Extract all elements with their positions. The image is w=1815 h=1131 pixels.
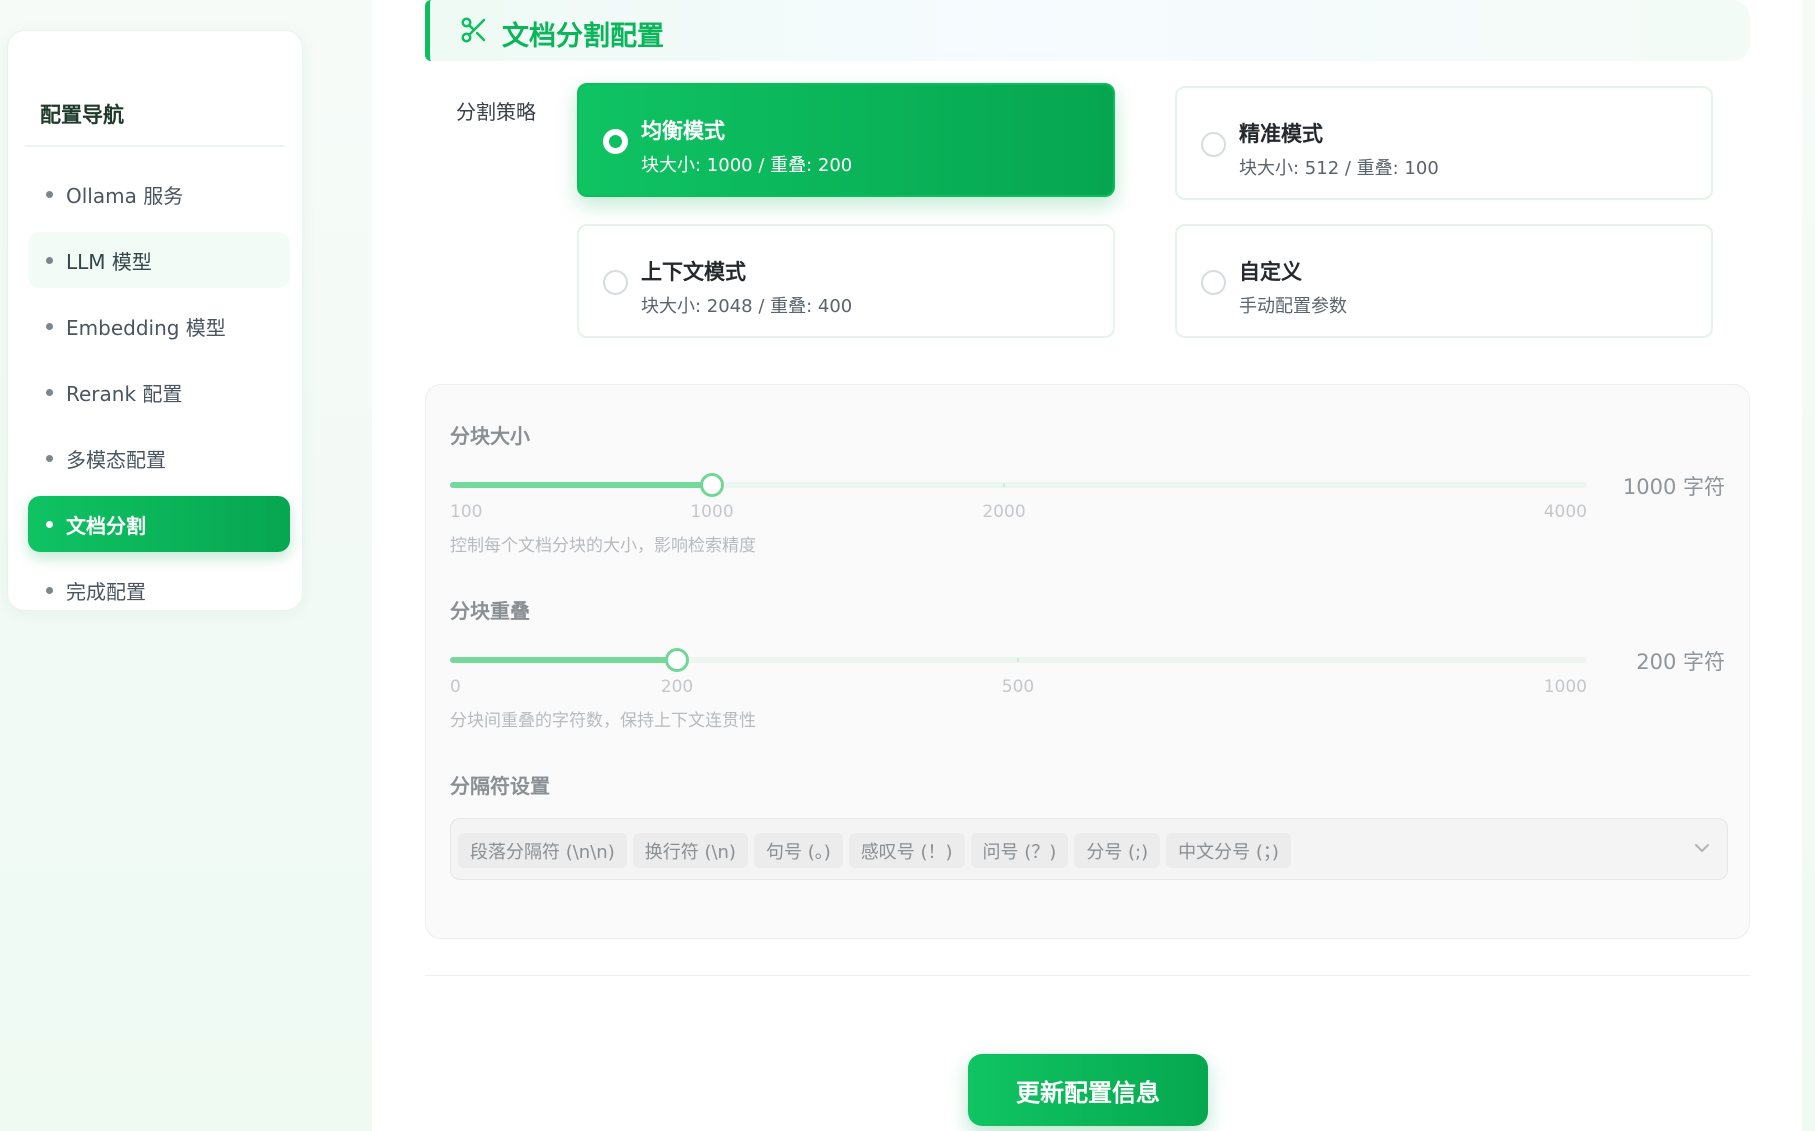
chunk-overlap-help: 分块间重叠的字符数，保持上下文连贯性 <box>450 711 756 731</box>
separators-label: 分隔符设置 <box>450 774 550 798</box>
sidebar-item-document-split[interactable]: 文档分割 <box>28 496 290 552</box>
section-header: 文档分割配置 <box>425 0 1750 61</box>
chunk-overlap-value: 200 字符 <box>1636 650 1725 674</box>
sidebar-item-label: Ollama 服务 <box>66 183 184 208</box>
separator-tag[interactable]: 中文分号 (；) <box>1166 833 1291 868</box>
custom-settings-panel: 分块大小 100 1000 2000 4000 1000 字符 控制每个文档分块… <box>425 384 1750 939</box>
slider-tick <box>1017 658 1019 662</box>
section-title: 文档分割配置 <box>502 21 664 52</box>
chunk-overlap-label: 分块重叠 <box>450 599 530 623</box>
bullet-dot-icon <box>46 256 53 264</box>
card-subtitle: 块大小: 2048 / 重叠: 400 <box>641 296 853 317</box>
card-subtitle: 块大小: 1000 / 重叠: 200 <box>641 155 853 176</box>
sidebar-item-multimodal[interactable]: 多模态配置 <box>28 430 290 486</box>
separator-tag[interactable]: 问号 (？) <box>970 833 1069 868</box>
main-panel: 文档分割配置 分割策略 均衡模式 块大小: 1000 / 重叠: 200 精准模… <box>372 0 1802 1131</box>
sidebar-item-ollama[interactable]: Ollama 服务 <box>28 166 290 222</box>
sidebar-divider <box>25 145 285 147</box>
separator-tag[interactable]: 换行符 (\n) <box>632 833 748 868</box>
slider-mark: 2000 <box>982 502 1026 522</box>
sidebar-item-embedding[interactable]: Embedding 模型 <box>28 298 290 354</box>
card-title: 均衡模式 <box>641 119 725 143</box>
radio-button[interactable] <box>1201 132 1226 157</box>
chunk-size-help: 控制每个文档分块的大小，影响检索精度 <box>450 536 756 556</box>
strategy-card-balanced[interactable]: 均衡模式 块大小: 1000 / 重叠: 200 <box>577 83 1115 197</box>
chevron-down-icon[interactable] <box>1693 841 1711 855</box>
separator-tag[interactable]: 感叹号 (！) <box>848 833 965 868</box>
bullet-dot-icon <box>46 190 53 198</box>
sidebar-item-label: 多模态配置 <box>66 447 166 472</box>
strategy-card-custom[interactable]: 自定义 手动配置参数 <box>1175 224 1713 338</box>
strategy-card-context[interactable]: 上下文模式 块大小: 2048 / 重叠: 400 <box>577 224 1115 338</box>
separator-tag[interactable]: 段落分隔符 (\n\n) <box>458 833 627 868</box>
bullet-dot-icon <box>46 586 53 594</box>
radio-button[interactable] <box>1201 270 1226 295</box>
card-subtitle: 手动配置参数 <box>1239 296 1347 317</box>
slider-mark: 1000 <box>690 502 734 522</box>
config-nav-sidebar: 配置导航 Ollama 服务 LLM 模型 Embedding 模型 Reran… <box>7 30 303 611</box>
chunk-size-slider[interactable] <box>450 473 1587 497</box>
separators-select[interactable]: 段落分隔符 (\n\n) 换行符 (\n) 句号 (。) 感叹号 (！) 问号 … <box>450 818 1728 880</box>
slider-fill <box>450 657 677 663</box>
sidebar-item-label: LLM 模型 <box>66 249 152 274</box>
chunk-size-label: 分块大小 <box>450 424 530 448</box>
bullet-dot-icon <box>46 454 53 462</box>
separator-tag[interactable]: 句号 (。) <box>753 833 843 868</box>
separator-tags: 段落分隔符 (\n\n) 换行符 (\n) 句号 (。) 感叹号 (！) 问号 … <box>458 833 1291 868</box>
radio-button[interactable] <box>603 129 628 154</box>
scissors-icon <box>461 17 486 43</box>
radio-button[interactable] <box>603 270 628 295</box>
card-title: 上下文模式 <box>641 260 746 284</box>
strategy-card-precise[interactable]: 精准模式 块大小: 512 / 重叠: 100 <box>1175 86 1713 200</box>
slider-mark: 1000 <box>1543 677 1587 697</box>
sidebar-item-label: Rerank 配置 <box>66 381 183 406</box>
bullet-dot-icon <box>46 322 53 330</box>
chunk-overlap-slider[interactable] <box>450 648 1587 672</box>
sidebar-title: 配置导航 <box>40 103 124 127</box>
sidebar-item-llm[interactable]: LLM 模型 <box>28 232 290 288</box>
sidebar-item-label: 完成配置 <box>66 579 146 604</box>
bullet-dot-icon <box>46 388 53 396</box>
slider-mark: 4000 <box>1543 502 1587 522</box>
update-config-button[interactable]: 更新配置信息 <box>968 1054 1208 1126</box>
slider-thumb[interactable] <box>665 648 689 672</box>
slider-mark: 0 <box>450 677 461 697</box>
slider-thumb[interactable] <box>700 473 724 497</box>
slider-mark: 100 <box>450 502 483 522</box>
slider-mark: 200 <box>660 677 694 697</box>
card-title: 自定义 <box>1239 260 1302 284</box>
sidebar-item-finish[interactable]: 完成配置 <box>28 562 290 618</box>
section-divider <box>425 975 1750 976</box>
slider-mark: 500 <box>1001 677 1035 697</box>
sidebar-item-label: 文档分割 <box>66 513 146 538</box>
slider-tick <box>1003 483 1005 487</box>
card-title: 精准模式 <box>1239 122 1323 146</box>
chunk-size-value: 1000 字符 <box>1622 475 1725 499</box>
slider-fill <box>450 482 712 488</box>
bullet-dot-icon <box>46 520 53 528</box>
separator-tag[interactable]: 分号 (;) <box>1074 833 1161 868</box>
card-subtitle: 块大小: 512 / 重叠: 100 <box>1239 158 1439 179</box>
sidebar-item-label: Embedding 模型 <box>66 315 226 340</box>
sidebar-item-rerank[interactable]: Rerank 配置 <box>28 364 290 420</box>
strategy-label: 分割策略 <box>456 100 536 124</box>
